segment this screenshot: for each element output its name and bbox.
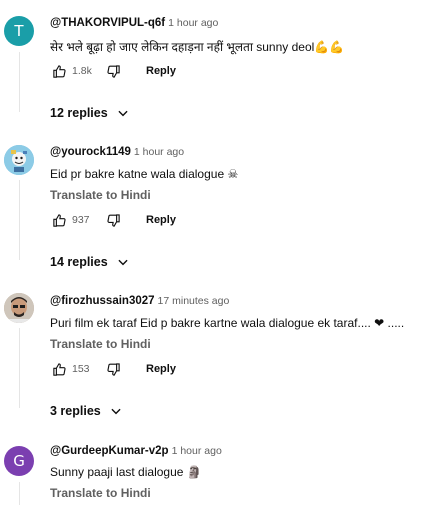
comment-actions: 153 Reply bbox=[50, 360, 176, 378]
like-icon[interactable] bbox=[50, 211, 68, 229]
reply-button[interactable]: Reply bbox=[146, 363, 176, 375]
view-replies-button[interactable]: 3 replies bbox=[50, 404, 123, 418]
chevron-down-icon bbox=[116, 255, 130, 269]
avatar[interactable] bbox=[4, 145, 34, 175]
avatar[interactable]: G bbox=[4, 446, 34, 476]
reply-button[interactable]: Reply bbox=[146, 214, 176, 226]
comment-time[interactable]: 1 hour ago bbox=[168, 17, 218, 29]
dislike-icon[interactable] bbox=[104, 62, 122, 80]
comment-text: Puri film ek taraf Eid p bakre kartne wa… bbox=[50, 316, 405, 330]
like-count: 937 bbox=[72, 214, 90, 226]
avatar-letter: T bbox=[14, 22, 24, 40]
replies-count-label: 14 replies bbox=[50, 255, 108, 269]
comment-text: Sunny paaji last dialogue 🗿 bbox=[50, 465, 202, 479]
comment-time[interactable]: 17 minutes ago bbox=[158, 295, 230, 307]
like-icon[interactable] bbox=[50, 62, 68, 80]
like-count: 1.8k bbox=[72, 65, 92, 77]
like-count: 153 bbox=[72, 363, 90, 375]
chevron-down-icon bbox=[116, 106, 130, 120]
comment-actions: 937 Reply bbox=[50, 211, 176, 229]
like-icon[interactable] bbox=[50, 360, 68, 378]
thread-line bbox=[19, 52, 20, 112]
comment-author[interactable]: @THAKORVIPUL-q6f bbox=[50, 17, 165, 29]
view-replies-button[interactable]: 12 replies bbox=[50, 106, 130, 120]
comment-header: @firozhussain3027 17 minutes ago bbox=[50, 295, 229, 307]
comment-text: सेर भले बूढ़ा हो जाए लेकिन दहाड़ना नहीं … bbox=[50, 40, 345, 54]
comment-author[interactable]: @firozhussain3027 bbox=[50, 295, 155, 307]
reply-button[interactable]: Reply bbox=[146, 65, 176, 77]
avatar-image bbox=[4, 293, 34, 323]
comment-text: Eid pr bakre katne wala dialogue ☠ bbox=[50, 167, 239, 181]
thread-line bbox=[19, 482, 20, 505]
comment-actions: 1.8k Reply bbox=[50, 62, 176, 80]
thread-line bbox=[19, 180, 20, 260]
translate-button[interactable]: Translate to Hindi bbox=[50, 486, 151, 500]
comment-header: @GurdeepKumar-v2p 1 hour ago bbox=[50, 445, 222, 457]
chevron-down-icon bbox=[109, 404, 123, 418]
avatar[interactable]: T bbox=[4, 16, 34, 46]
replies-count-label: 12 replies bbox=[50, 106, 108, 120]
translate-button[interactable]: Translate to Hindi bbox=[50, 337, 151, 351]
avatar-letter: G bbox=[13, 452, 25, 470]
comment-author[interactable]: @GurdeepKumar-v2p bbox=[50, 445, 169, 457]
translate-button[interactable]: Translate to Hindi bbox=[50, 188, 151, 202]
replies-count-label: 3 replies bbox=[50, 404, 101, 418]
dislike-icon[interactable] bbox=[104, 360, 122, 378]
comment-header: @yourock1149 1 hour ago bbox=[50, 146, 184, 158]
avatar[interactable] bbox=[4, 293, 34, 323]
comment-time[interactable]: 1 hour ago bbox=[134, 146, 184, 158]
comment-header: @THAKORVIPUL-q6f 1 hour ago bbox=[50, 17, 218, 29]
dislike-icon[interactable] bbox=[104, 211, 122, 229]
avatar-image bbox=[4, 145, 34, 175]
comment-time[interactable]: 1 hour ago bbox=[172, 445, 222, 457]
thread-line bbox=[19, 328, 20, 408]
view-replies-button[interactable]: 14 replies bbox=[50, 255, 130, 269]
comment-author[interactable]: @yourock1149 bbox=[50, 146, 131, 158]
